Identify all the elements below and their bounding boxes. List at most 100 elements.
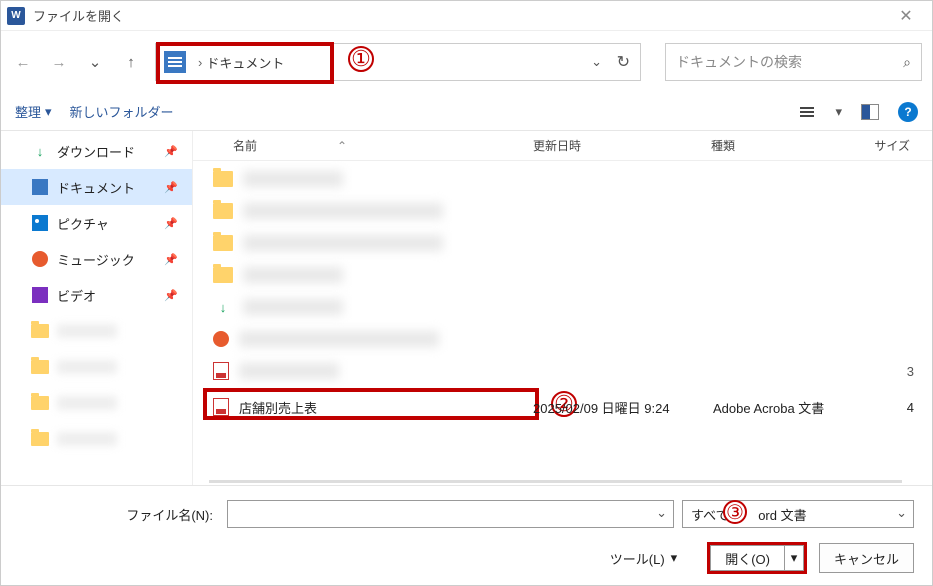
path-current[interactable]: ドキュメント xyxy=(206,53,284,72)
column-name[interactable]: 名前⌃ xyxy=(193,137,533,154)
sidebar-item-downloads[interactable]: ↓ ダウンロード 📌 xyxy=(1,133,192,169)
sidebar-item-documents[interactable]: ドキュメント 📌 xyxy=(1,169,192,205)
download-icon: ↓ xyxy=(31,142,49,160)
file-type: Adobe Acroba 文書 xyxy=(713,398,824,417)
annotation-label-3: ③ xyxy=(723,500,747,524)
nav-up-button[interactable]: ↑ xyxy=(119,50,143,74)
main-area: ↓ ダウンロード 📌 ドキュメント 📌 ピクチャ 📌 ミュージック 📌 ビデオ … xyxy=(1,131,932,485)
download-icon: ↓ xyxy=(213,299,233,315)
pdf-icon xyxy=(213,398,229,416)
sidebar-item-pictures[interactable]: ピクチャ 📌 xyxy=(1,205,192,241)
nav-row: ← → ⌄ ↑ › ドキュメント ① ⌄ ↻ ⌕ xyxy=(1,31,932,93)
sidebar-item-folder[interactable] xyxy=(1,421,192,457)
button-row: ツール(L)▾ 開く(O) ▾ キャンセル xyxy=(19,542,914,574)
filetype-select[interactable]: すべて ③ ord 文書 ⌄ xyxy=(682,500,914,528)
title-bar: W ファイルを開く ✕ xyxy=(1,1,932,31)
window-title: ファイルを開く xyxy=(33,6,886,25)
music-icon xyxy=(213,331,229,347)
list-item[interactable] xyxy=(193,227,932,259)
column-size[interactable]: サイズ xyxy=(859,137,932,154)
annotation-box-open: 開く(O) ▾ xyxy=(707,542,807,574)
list-item[interactable] xyxy=(193,259,932,291)
bottom-panel: ファイル名(N): ⌄ すべて ③ ord 文書 ⌄ ツール(L)▾ 開く(O)… xyxy=(1,485,932,586)
filetype-dropdown-icon[interactable]: ⌄ xyxy=(896,505,907,521)
list-item[interactable] xyxy=(193,323,932,355)
nav-forward-button[interactable]: → xyxy=(47,50,71,74)
view-list-icon[interactable] xyxy=(797,102,817,122)
tools-button[interactable]: ツール(L)▾ xyxy=(610,549,677,568)
path-separator: › xyxy=(198,55,202,70)
column-date[interactable]: 更新日時 xyxy=(533,137,711,154)
list-item[interactable] xyxy=(193,163,932,195)
pin-icon[interactable]: 📌 xyxy=(164,289,178,302)
nav-back-button[interactable]: ← xyxy=(11,50,35,74)
list-item[interactable] xyxy=(193,195,932,227)
sidebar-item-label: ミュージック xyxy=(57,250,135,269)
sidebar-item-label: ビデオ xyxy=(57,286,96,305)
column-headers: 名前⌃ 更新日時 種類 サイズ xyxy=(193,131,932,161)
folder-icon xyxy=(213,203,233,219)
sidebar-item-folder[interactable] xyxy=(1,349,192,385)
folder-icon xyxy=(31,432,49,446)
file-size: 4 xyxy=(907,400,914,415)
music-icon xyxy=(32,251,48,267)
close-button[interactable]: ✕ xyxy=(886,6,926,26)
sidebar-item-folder[interactable] xyxy=(1,385,192,421)
list-item-selected[interactable]: 店舗別売上表 ② 2025/02/09 日曜日 9:24 Adobe Acrob… xyxy=(193,391,932,423)
folder-icon xyxy=(31,396,49,410)
pdf-icon xyxy=(213,362,229,380)
sidebar-item-music[interactable]: ミュージック 📌 xyxy=(1,241,192,277)
document-icon xyxy=(32,179,48,195)
folder-icon xyxy=(213,267,233,283)
help-button[interactable]: ? xyxy=(898,102,918,122)
sidebar-item-label: ダウンロード xyxy=(57,142,135,161)
sidebar-item-label: ピクチャ xyxy=(57,214,109,233)
cancel-button[interactable]: キャンセル xyxy=(819,543,914,573)
file-list: ↓ 3 店舗別売上表 ② 2025/02/09 日曜日 9:24 Adobe A… xyxy=(193,161,932,423)
filename-row: ファイル名(N): ⌄ すべて ③ ord 文書 ⌄ xyxy=(19,500,914,528)
folder-icon xyxy=(213,171,233,187)
refresh-button[interactable]: ↻ xyxy=(617,52,630,72)
toolbar: 整理▾ 新しいフォルダー ▾ ? xyxy=(1,93,932,131)
list-item[interactable]: 3 xyxy=(193,355,932,387)
search-icon[interactable]: ⌕ xyxy=(903,54,911,71)
open-button[interactable]: 開く(O) xyxy=(710,545,784,571)
video-icon xyxy=(32,287,48,303)
pin-icon[interactable]: 📌 xyxy=(164,181,178,194)
pin-icon[interactable]: 📌 xyxy=(164,217,178,230)
annotation-label-1: ① xyxy=(348,46,374,72)
word-app-icon: W xyxy=(7,7,25,25)
pin-icon[interactable]: 📌 xyxy=(164,253,178,266)
sidebar-item-folder[interactable] xyxy=(1,313,192,349)
nav-recent-dropdown[interactable]: ⌄ xyxy=(83,50,107,74)
sidebar-item-videos[interactable]: ビデオ 📌 xyxy=(1,277,192,313)
file-date: 2025/02/09 日曜日 9:24 xyxy=(533,398,670,417)
horizontal-scrollbar[interactable] xyxy=(209,480,902,483)
view-dropdown-icon[interactable]: ▾ xyxy=(835,104,842,120)
search-input[interactable] xyxy=(676,54,903,70)
folder-icon xyxy=(31,360,49,374)
filename-label: ファイル名(N): xyxy=(19,505,219,524)
filename-input[interactable]: ⌄ xyxy=(227,500,674,528)
column-type[interactable]: 種類 xyxy=(711,137,859,154)
file-pane: 名前⌃ 更新日時 種類 サイズ ↓ 3 店舗別売上表 ② 2025/02/09 … xyxy=(193,131,932,485)
pin-icon[interactable]: 📌 xyxy=(164,145,178,158)
sidebar: ↓ ダウンロード 📌 ドキュメント 📌 ピクチャ 📌 ミュージック 📌 ビデオ … xyxy=(1,131,193,485)
address-bar[interactable]: › ドキュメント ① ⌄ ↻ xyxy=(155,43,641,81)
sidebar-item-label: ドキュメント xyxy=(57,178,135,197)
new-folder-button[interactable]: 新しいフォルダー xyxy=(70,102,174,121)
file-size: 3 xyxy=(907,364,914,379)
picture-icon xyxy=(32,215,48,231)
list-item[interactable]: ↓ xyxy=(193,291,932,323)
search-box[interactable]: ⌕ xyxy=(665,43,922,81)
sort-indicator-icon: ⌃ xyxy=(337,139,347,153)
address-dropdown-icon[interactable]: ⌄ xyxy=(591,54,602,70)
organize-button[interactable]: 整理▾ xyxy=(15,102,52,121)
folder-icon xyxy=(213,235,233,251)
filetype-text-post: ord 文書 xyxy=(758,508,806,523)
filename-dropdown-icon[interactable]: ⌄ xyxy=(656,505,667,521)
folder-icon xyxy=(31,324,49,338)
preview-pane-icon[interactable] xyxy=(860,102,880,122)
open-dropdown-button[interactable]: ▾ xyxy=(784,545,804,571)
file-name: 店舗別売上表 xyxy=(239,398,317,417)
